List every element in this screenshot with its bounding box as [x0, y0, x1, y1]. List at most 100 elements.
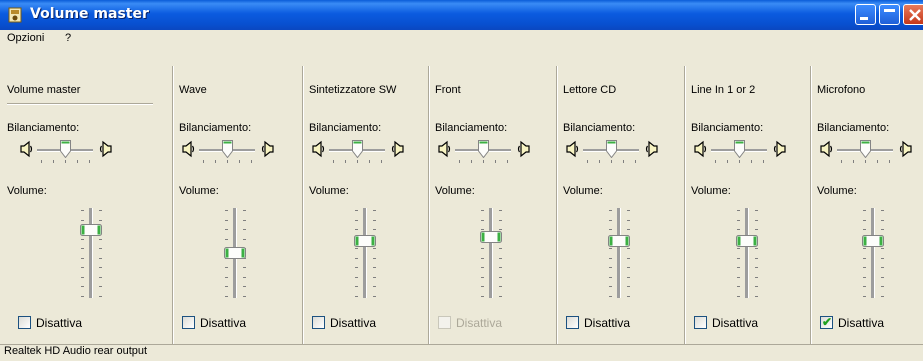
status-bar: Realtek HD Audio rear output — [0, 344, 923, 361]
volume-tick — [755, 286, 758, 287]
volume-tick — [627, 257, 630, 259]
volume-tick — [863, 210, 866, 211]
volume-tick — [881, 295, 884, 297]
mute-label: Disattiva — [584, 316, 631, 330]
volume-tick — [627, 276, 630, 278]
balance-tick — [599, 160, 600, 163]
balance-tick — [727, 160, 728, 163]
volume-slider-thumb[interactable] — [608, 234, 630, 247]
speaker-app-icon — [8, 7, 22, 23]
balance-tick — [239, 160, 240, 163]
volume-slider-thumb[interactable] — [480, 230, 502, 243]
speaker-right-icon — [773, 140, 786, 158]
column-separator — [302, 66, 304, 346]
volume-tick — [225, 267, 228, 268]
volume-tick — [627, 267, 630, 268]
volume-tick — [355, 295, 358, 297]
speaker-right — [261, 140, 275, 158]
volume-tick — [225, 295, 228, 297]
balance-slider-thumb[interactable] — [859, 140, 871, 159]
balance-tick — [65, 160, 66, 163]
volume-tick — [243, 286, 246, 287]
balance-tick — [865, 160, 866, 163]
mute-checkbox[interactable] — [312, 316, 325, 329]
speaker-right — [391, 140, 405, 158]
volume-slider-thumb[interactable] — [354, 234, 376, 247]
volume-tick — [755, 248, 758, 249]
balance-slider-thumb[interactable] — [221, 140, 233, 159]
menu-opzioni[interactable]: Opzioni — [7, 32, 44, 44]
volume-track[interactable] — [617, 208, 621, 298]
balance-label: Bilanciamento: — [309, 122, 382, 134]
speaker-right-icon — [391, 140, 404, 158]
balance-slider-thumb[interactable] — [59, 140, 71, 159]
balance-tick — [483, 160, 484, 163]
volume-tick — [243, 210, 246, 211]
volume-tick — [627, 295, 630, 297]
mute-label: Disattiva — [200, 316, 247, 330]
volume-tick — [243, 219, 246, 221]
volume-tick — [737, 219, 740, 221]
volume-tick — [225, 238, 228, 240]
volume-tick — [355, 257, 358, 259]
volume-tick — [737, 295, 740, 297]
volume-track[interactable] — [745, 208, 749, 298]
volume-track[interactable] — [871, 208, 875, 298]
volume-tick — [81, 267, 84, 268]
volume-tick — [499, 276, 502, 278]
volume-tick — [243, 295, 246, 297]
column-separator — [810, 66, 812, 346]
volume-tick — [609, 219, 612, 221]
volume-slider-thumb[interactable] — [224, 247, 246, 259]
speaker-right — [99, 140, 113, 158]
volume-tick — [373, 229, 376, 230]
column-separator — [684, 66, 686, 346]
mute-checkbox[interactable] — [694, 316, 707, 329]
mute-checkbox[interactable] — [182, 316, 195, 329]
minimize-button[interactable] — [855, 4, 876, 25]
volume-slider-thumb[interactable] — [862, 234, 884, 247]
speaker-left-icon — [312, 140, 325, 158]
channel-column: Wave Bilanciamento: Volume: Disattiva — [179, 48, 319, 344]
balance-slider-thumb[interactable] — [733, 140, 745, 159]
channel-column: Lettore CD Bilanciamento: Volume: Disatti… — [563, 48, 703, 344]
close-button[interactable] — [903, 4, 923, 25]
mute-label: Disattiva — [456, 316, 503, 330]
balance-tick — [611, 160, 612, 163]
volume-slider-thumb[interactable] — [736, 234, 758, 247]
balance-tick — [715, 160, 716, 163]
volume-tick — [81, 286, 84, 287]
volume-tick — [881, 210, 884, 211]
balance-tick — [507, 160, 508, 163]
volume-tick — [243, 276, 246, 278]
speaker-left-icon — [438, 140, 451, 158]
volume-tick — [881, 248, 884, 249]
check-icon: ✔ — [822, 315, 833, 329]
column-separator — [556, 66, 558, 346]
volume-tick — [373, 219, 376, 221]
channel-name: Volume master — [7, 84, 81, 96]
balance-tick — [841, 160, 842, 163]
volume-tick — [863, 286, 866, 287]
balance-slider-thumb[interactable] — [605, 140, 617, 159]
volume-track[interactable] — [489, 208, 493, 298]
speaker-right — [645, 140, 659, 158]
volume-tick — [627, 210, 630, 211]
balance-slider-thumb[interactable] — [351, 140, 363, 159]
title-bar[interactable]: Volume master — [0, 0, 923, 30]
mute-checkbox[interactable] — [566, 316, 579, 329]
menu-help[interactable]: ? — [65, 32, 71, 44]
volume-tick — [243, 229, 246, 230]
balance-tick — [763, 160, 764, 163]
maximize-button[interactable] — [879, 4, 900, 25]
balance-slider-thumb[interactable] — [477, 140, 489, 159]
volume-tick — [373, 276, 376, 278]
volume-track[interactable] — [363, 208, 367, 298]
volume-track[interactable] — [89, 208, 93, 298]
volume-tick — [881, 267, 884, 268]
volume-tick — [373, 248, 376, 249]
volume-slider-thumb[interactable] — [80, 223, 102, 236]
mute-checkbox[interactable]: ✔ — [820, 315, 833, 329]
speaker-left — [565, 140, 579, 158]
mute-checkbox[interactable] — [18, 316, 31, 329]
